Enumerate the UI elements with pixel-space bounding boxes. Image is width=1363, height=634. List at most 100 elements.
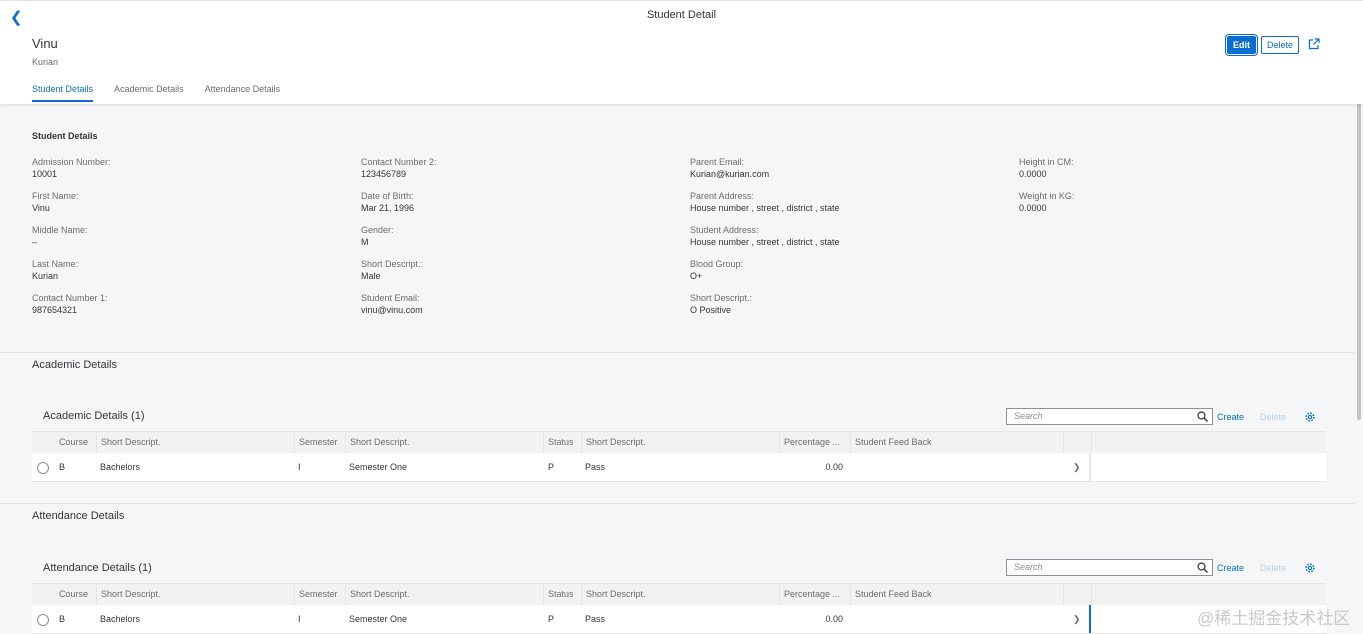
column-header[interactable]: Semester xyxy=(294,584,345,605)
form-column-2: Contact Number 2: 123456789 Date of Birth… xyxy=(361,157,661,327)
field-student-address: Student Address: House number , street , … xyxy=(690,225,990,259)
field-label: Short Descript.: xyxy=(690,293,753,303)
field-value: 10001 xyxy=(32,169,58,179)
student-details-title: Student Details xyxy=(32,131,98,141)
field-value: vinu@vinu.com xyxy=(361,305,423,315)
field-date-of-birth: Date of Birth: Mar 21, 1996 xyxy=(361,191,661,225)
row-separator xyxy=(1089,453,1091,481)
tab-academic-details[interactable]: Academic Details xyxy=(114,84,184,102)
field-value: House number , street , district , state xyxy=(690,237,840,247)
field-label: Short Descript.: xyxy=(361,259,424,269)
field-label: Last Name: xyxy=(32,259,79,269)
field-value: House number , street , district , state xyxy=(690,203,840,213)
academic-search-input[interactable]: Search xyxy=(1006,408,1213,425)
column-header[interactable]: Percentage ... xyxy=(779,584,850,605)
academic-create-button[interactable]: Create xyxy=(1217,412,1244,422)
field-label: Student Address: xyxy=(690,225,759,235)
column-header[interactable]: Short Descript. xyxy=(345,432,543,453)
gear-icon[interactable] xyxy=(1304,411,1316,423)
form-column-3: Parent Email: Kurian@kurian.com Parent Ad… xyxy=(690,157,990,327)
table-row[interactable]: B Bachelors I Semester One P Pass 0.00 ❯ xyxy=(32,605,1326,634)
cell-status: P xyxy=(548,614,555,624)
attendance-search-input[interactable]: Search xyxy=(1006,559,1213,576)
field-value: Vinu xyxy=(32,203,50,213)
field-label: Gender: xyxy=(361,225,394,235)
column-header[interactable]: Status xyxy=(543,584,581,605)
field-parent-address: Parent Address: House number , street , d… xyxy=(690,191,990,225)
academic-section-title: Academic Details xyxy=(32,359,117,371)
row-select-radio[interactable] xyxy=(37,614,49,626)
object-subheading: Kurian xyxy=(32,57,59,67)
column-header[interactable]: Course xyxy=(55,432,96,453)
search-icon[interactable] xyxy=(1197,562,1208,573)
chevron-right-icon[interactable]: ❯ xyxy=(1073,605,1081,633)
field-blood-group-description: Short Descript.: O Positive xyxy=(690,293,990,327)
share-icon[interactable] xyxy=(1308,38,1320,50)
cell-course: B xyxy=(59,614,66,624)
search-icon[interactable] xyxy=(1197,411,1208,422)
field-value: Kurian@kurian.com xyxy=(690,169,770,179)
field-height: Height in CM: 0.0000 xyxy=(1019,157,1319,191)
attendance-create-button[interactable]: Create xyxy=(1217,563,1244,573)
field-value: Mar 21, 1996 xyxy=(361,203,415,213)
object-page-header: ❮ Student Detail Vinu Kurian Edit Delete… xyxy=(0,0,1363,104)
cell-course-description: Bachelors xyxy=(100,614,141,624)
cell-percentage: 0.00 xyxy=(825,462,843,472)
field-label: First Name: xyxy=(32,191,79,201)
field-value: O+ xyxy=(690,271,703,281)
field-label: Blood Group: xyxy=(690,259,744,269)
tab-attendance-details[interactable]: Attendance Details xyxy=(205,84,281,102)
column-header-spacer xyxy=(1063,432,1091,453)
chevron-right-icon[interactable]: ❯ xyxy=(1073,453,1081,481)
field-admission-number: Admission Number: 10001 xyxy=(32,157,332,191)
column-header[interactable]: Short Descript. xyxy=(581,432,779,453)
academic-table-header: Course Short Descript. Semester Short De… xyxy=(32,431,1326,454)
section-divider xyxy=(0,352,1355,353)
edit-button[interactable]: Edit xyxy=(1227,36,1256,54)
field-label: Height in CM: xyxy=(1019,157,1074,167)
field-label: Contact Number 2: xyxy=(361,157,437,167)
field-first-name: First Name: Vinu xyxy=(32,191,332,225)
field-value: O Positive xyxy=(690,305,732,315)
academic-table-title: Academic Details (1) xyxy=(43,410,145,422)
column-header[interactable]: Course xyxy=(55,584,96,605)
field-value: M xyxy=(361,237,369,247)
field-value: Male xyxy=(361,271,381,281)
field-gender: Gender: M xyxy=(361,225,661,259)
field-weight: Weight in KG: 0.0000 xyxy=(1019,191,1319,225)
field-blood-group: Blood Group: O+ xyxy=(690,259,990,293)
section-divider xyxy=(0,503,1355,504)
column-header[interactable]: Semester xyxy=(294,432,345,453)
cell-status: P xyxy=(548,462,555,472)
field-label: Admission Number: xyxy=(32,157,111,167)
field-label: Student Email: xyxy=(361,293,420,303)
field-last-name: Last Name: Kurian xyxy=(32,259,332,293)
watermark: @稀土掘金技术社区 xyxy=(1197,609,1351,628)
column-header[interactable]: Student Feed Back xyxy=(850,432,1063,453)
cell-semester-description: Semester One xyxy=(349,614,408,624)
search-placeholder: Search xyxy=(1014,562,1043,572)
cell-semester-description: Semester One xyxy=(349,462,408,472)
column-header[interactable]: Percentage ... xyxy=(779,432,850,453)
cell-course-description: Bachelors xyxy=(100,462,141,472)
column-header[interactable]: Student Feed Back xyxy=(850,584,1063,605)
column-header[interactable]: Status xyxy=(543,432,581,453)
cell-status-description: Pass xyxy=(585,614,606,624)
column-header[interactable]: Short Descript. xyxy=(581,584,779,605)
row-select-radio[interactable] xyxy=(37,462,49,474)
column-header[interactable]: Short Descript. xyxy=(345,584,543,605)
object-heading: Vinu xyxy=(32,36,58,51)
page-title: Student Detail xyxy=(646,9,717,21)
cell-percentage: 0.00 xyxy=(825,614,843,624)
column-header[interactable]: Short Descript. xyxy=(96,432,294,453)
tab-student-details[interactable]: Student Details xyxy=(32,84,94,102)
table-row[interactable]: B Bachelors I Semester One P Pass 0.00 ❯ xyxy=(32,453,1326,482)
attendance-table-header: Course Short Descript. Semester Short De… xyxy=(32,583,1326,606)
attendance-delete-button[interactable]: Delete xyxy=(1260,563,1286,573)
academic-delete-button[interactable]: Delete xyxy=(1260,412,1286,422)
field-label: Date of Birth: xyxy=(361,191,414,201)
delete-button[interactable]: Delete xyxy=(1261,36,1300,54)
column-header[interactable]: Short Descript. xyxy=(96,584,294,605)
field-label: Weight in KG: xyxy=(1019,191,1075,201)
gear-icon[interactable] xyxy=(1304,562,1316,574)
